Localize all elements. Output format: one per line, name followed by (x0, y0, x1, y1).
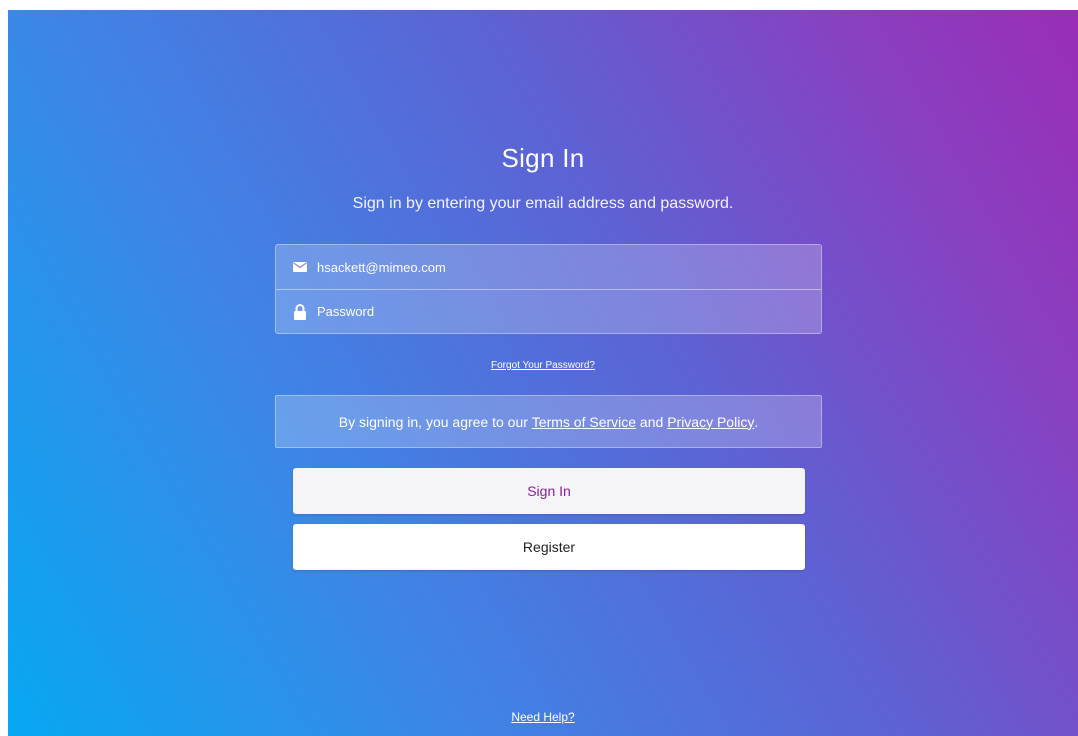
help-container: Need Help? (8, 710, 1078, 724)
password-field-row (276, 289, 821, 333)
sign-in-button[interactable]: Sign In (293, 468, 805, 514)
login-page: Sign In Sign in by entering your email a… (8, 10, 1078, 736)
terms-of-service-link[interactable]: Terms of Service (532, 414, 636, 430)
page-subtitle: Sign in by entering your email address a… (352, 195, 734, 212)
envelope-icon (291, 259, 309, 275)
password-input[interactable] (317, 290, 821, 333)
terms-agreement-notice: By signing in, you agree to our Terms of… (275, 395, 822, 448)
forgot-password-link[interactable]: Forgot Your Password? (491, 360, 595, 371)
need-help-link[interactable]: Need Help? (511, 710, 574, 724)
register-button[interactable]: Register (293, 524, 805, 570)
privacy-policy-link[interactable]: Privacy Policy (667, 414, 754, 430)
credentials-form (275, 244, 822, 334)
page-title: Sign In (501, 143, 585, 173)
email-input[interactable] (317, 245, 821, 289)
forgot-password-container: Forgot Your Password? (8, 360, 1078, 371)
agreement-prefix: By signing in, you agree to our (338, 413, 532, 430)
agreement-middle: and (636, 413, 668, 430)
lock-icon (291, 303, 309, 320)
email-field-row (276, 245, 821, 289)
agreement-suffix: . (754, 413, 759, 430)
